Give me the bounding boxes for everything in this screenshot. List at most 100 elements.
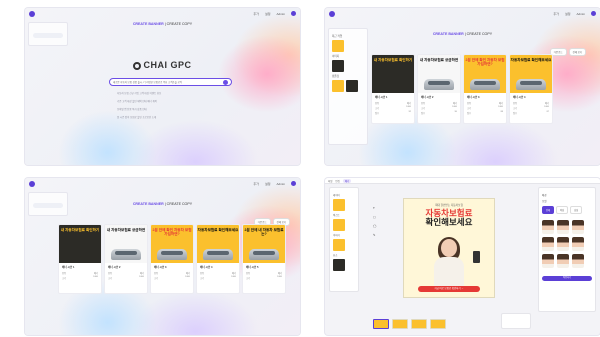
suggestion-item[interactable]: 봄 시즌 맞이 보험료 할인 프로모션 소개	[117, 115, 161, 119]
banner-canvas[interactable]: 최대 할인받는 자동차보험 자동차보험료 확인해보세요 지금 바로 보험료 확인…	[403, 198, 495, 298]
top-nav-item[interactable]: Admin	[276, 182, 285, 186]
filter-all[interactable]: 전체	[542, 206, 555, 214]
ellipse-tool-icon[interactable]: ◯	[373, 224, 376, 228]
tab-separator: |	[464, 32, 466, 36]
top-nav-item[interactable]: Admin	[276, 12, 285, 16]
banner-card[interactable]: 자동차보험료 확인해보세요 배너 시안 4 유형 배너 크기 1080	[196, 224, 240, 294]
meta-value: 1080	[406, 106, 411, 108]
meta-row: 유형 배너	[467, 101, 503, 105]
suggestion-item[interactable]: 자동차 보험 신규 가입 고객 대상 이벤트 홍보	[117, 91, 161, 95]
meta-key: 유형	[375, 103, 380, 105]
banner-card[interactable]: 내 자동차보험료 확인하기 배너 시안 1 유형 배너 크기 1080	[58, 224, 102, 294]
suggestion-item[interactable]: 모바일 앱 전용 특가 상품 안내	[117, 107, 161, 111]
banner-card[interactable]: 2분 만에 내 자동차 보험료는? 배너 시안 5 유형 배너 크기 1080	[242, 224, 286, 294]
editor-tab-active[interactable]: 배너	[342, 178, 352, 183]
meta-key: 점수	[513, 113, 518, 115]
model-option[interactable]	[557, 220, 569, 234]
top-nav-item[interactable]: 설정	[265, 12, 271, 16]
top-nav-item[interactable]: 설정	[265, 182, 271, 186]
layer-thumb[interactable]	[333, 219, 345, 231]
tab-create-copy[interactable]: CREATE COPY	[167, 202, 193, 206]
top-nav-item[interactable]: 추가	[553, 12, 559, 16]
model-option[interactable]	[542, 254, 554, 268]
suggestion-item[interactable]: 기존 고객 대상 할인 혜택 안내 배너 제작	[117, 99, 161, 103]
meta-value: 배너	[231, 273, 236, 275]
avatar[interactable]	[591, 11, 596, 16]
tab-create-banner[interactable]: CREATE BANNER	[133, 22, 164, 26]
banner-meta: 배너 시안 4 유형 배너 크기 1080	[197, 263, 239, 283]
view-all-button[interactable]: 전체 보기	[568, 48, 586, 56]
banner-meta: 배너 시안 2 유형 배너 크기 1080	[105, 263, 147, 283]
top-nav-item[interactable]: 추가	[253, 182, 259, 186]
meta-key: 점수	[375, 113, 380, 115]
tab-create-banner[interactable]: CREATE BANNER	[433, 32, 464, 36]
model-option[interactable]	[542, 220, 554, 234]
history-thumb[interactable]	[346, 80, 358, 92]
canvas-cta[interactable]: 지금 바로 보험료 확인하기 →	[418, 286, 480, 292]
meta-value: 1080	[544, 106, 549, 108]
screenshot-grid: 추가 설정 Admin CREATE BANNER | CREATE COPY …	[0, 0, 600, 337]
apply-button[interactable]: 적용하기	[542, 276, 592, 281]
editor-tab[interactable]: 파일	[328, 179, 332, 183]
tab-create-copy[interactable]: CREATE COPY	[167, 22, 193, 26]
tab-create-copy[interactable]: CREATE COPY	[467, 32, 493, 36]
model-image[interactable]	[430, 237, 468, 289]
banner-title: 배너 시안 3	[467, 96, 480, 99]
history-thumb[interactable]	[332, 80, 344, 92]
app-logo-icon[interactable]	[29, 10, 35, 17]
rect-tool-icon[interactable]: ▢	[373, 215, 376, 219]
send-button[interactable]	[223, 79, 228, 85]
top-nav-item[interactable]: 추가	[253, 12, 259, 16]
banner-card[interactable]: 내 자동차보험료 궁금하면 배너 시안 2 유형 배너 크기 1080	[104, 224, 148, 294]
tab-create-banner[interactable]: CREATE BANNER	[133, 202, 164, 206]
model-option[interactable]	[572, 237, 584, 251]
banner-card[interactable]: 내 자동차보험료 확인하기 배너 시안 1 유형 배너 크기 1080 점수 92	[371, 54, 415, 124]
text-tool-icon[interactable]: T	[373, 206, 376, 210]
result-actions: 다운로드 전체 보기	[549, 48, 586, 56]
app-logo-icon[interactable]	[329, 10, 335, 17]
variation-thumb[interactable]	[411, 319, 427, 329]
canvas-headline[interactable]: 확인해보세요	[404, 217, 494, 227]
layer-thumb[interactable]	[333, 199, 345, 211]
variation-thumb[interactable]	[373, 319, 389, 329]
history-search-input[interactable]	[33, 33, 63, 38]
history-thumb[interactable]	[332, 60, 344, 72]
banner-card[interactable]: 2분 만에 확인 자동차 보험 가입하면? 배너 시안 3 유형 배너 크기 108…	[463, 54, 507, 124]
layer-thumb[interactable]	[333, 239, 345, 251]
car-image	[111, 249, 141, 260]
banner-title: 배너 시안 2	[108, 266, 121, 269]
model-option[interactable]	[572, 254, 584, 268]
avatar[interactable]	[291, 11, 296, 16]
meta-value: 90	[454, 111, 457, 113]
phone-image[interactable]	[473, 251, 480, 263]
prompt-input[interactable]: 새로운 자동차 보험 상품 출시, 더 저렴한 보험료로 주요 고객층을 공략	[109, 78, 232, 86]
model-option[interactable]	[542, 237, 554, 251]
filter-male[interactable]: 남성	[570, 206, 583, 214]
banner-headline: 자동차보험료 확인해보세요	[510, 58, 552, 62]
app-logo-icon[interactable]	[29, 180, 35, 187]
history-thumb[interactable]	[332, 40, 344, 52]
canvas-subtitle[interactable]: 최대 할인받는 자동차보험	[404, 203, 494, 207]
meta-key: 크기	[108, 278, 113, 280]
banner-title: 배너 시안 1	[62, 266, 75, 269]
meta-row: 크기 1080	[108, 276, 144, 280]
editor-tab[interactable]: 편집	[335, 179, 339, 183]
panel-label: 배경	[542, 194, 547, 197]
pen-tool-icon[interactable]: ✎	[373, 233, 376, 237]
top-nav-item[interactable]: Admin	[576, 12, 585, 16]
filter-female[interactable]: 여성	[556, 206, 569, 214]
meta-value: 배너	[139, 273, 144, 275]
avatar[interactable]	[291, 181, 296, 186]
model-option[interactable]	[572, 220, 584, 234]
variation-thumb[interactable]	[392, 319, 408, 329]
layer-thumb[interactable]	[333, 259, 345, 271]
banner-card[interactable]: 자동차보험료 확인해보세요 배너 시안 4 유형 배너 크기 1080 점수 87	[509, 54, 553, 124]
model-option[interactable]	[557, 237, 569, 251]
variation-thumb[interactable]	[430, 319, 446, 329]
model-option[interactable]	[557, 254, 569, 268]
banner-card[interactable]: 2분 만에 확인 자동차 보험 가입하면? 배너 시안 3 유형 배너 크기 108…	[150, 224, 194, 294]
banner-card[interactable]: 내 자동차보험료 궁금하면 배너 시안 2 유형 배너 크기 1080 점수 90	[417, 54, 461, 124]
top-nav-item[interactable]: 설정	[565, 12, 571, 16]
meta-row: 크기 1080	[154, 276, 190, 280]
panel-label: 이미지	[333, 234, 340, 237]
